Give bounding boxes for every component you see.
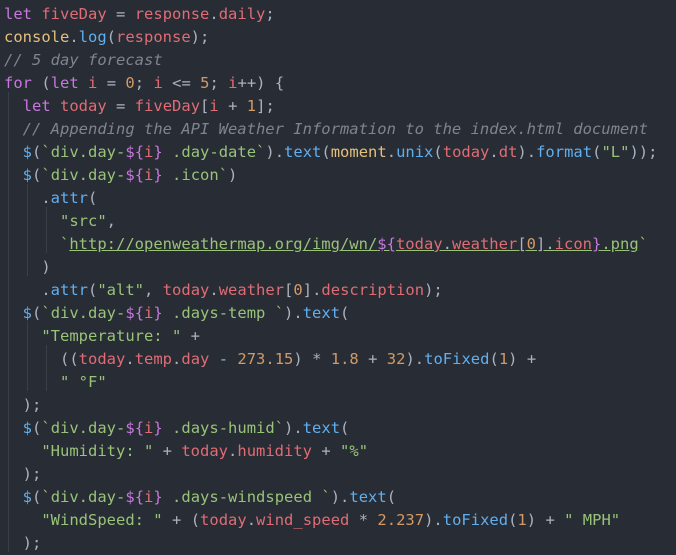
code-line-1[interactable]: let fiveDay = response.daily; bbox=[4, 3, 275, 26]
code-line-23[interactable]: "WindSpeed: " + (today.wind_speed * 2.23… bbox=[4, 509, 620, 532]
code-line-16[interactable]: ((today.temp.day - 273.15) * 1.8 + 32).t… bbox=[4, 348, 536, 371]
code-line-19[interactable]: $(`div.day-${i} .days-humid`).text( bbox=[4, 417, 350, 440]
code-line-8[interactable]: $(`div.day-${i} .icon`) bbox=[4, 164, 238, 187]
code-line-13[interactable]: .attr("alt", today.weather[0].descriptio… bbox=[4, 279, 442, 302]
code-line-22[interactable]: $(`div.day-${i} .days-windspeed `).text( bbox=[4, 486, 396, 509]
code-line-3[interactable]: // 5 day forecast bbox=[4, 49, 163, 72]
code-line-11[interactable]: `http://openweathermap.org/img/wn/${toda… bbox=[4, 233, 648, 256]
code-line-4[interactable]: for (let i = 0; i <= 5; i++) { bbox=[4, 72, 284, 95]
code-editor[interactable]: let fiveDay = response.daily; console.lo… bbox=[0, 0, 676, 552]
code-line-14[interactable]: $(`div.day-${i} .days-temp `).text( bbox=[4, 302, 350, 325]
code-line-18[interactable]: ); bbox=[4, 394, 42, 417]
code-line-7[interactable]: $(`div.day-${i} .day-date`).text(moment.… bbox=[4, 141, 658, 164]
code-line-12[interactable]: ) bbox=[4, 256, 50, 279]
code-line-17[interactable]: " °F" bbox=[4, 371, 107, 394]
code-line-15[interactable]: "Temperature: " + bbox=[4, 325, 200, 348]
code-line-20[interactable]: "Humidity: " + today.humidity + "%" bbox=[4, 440, 368, 463]
code-line-10[interactable]: "src", bbox=[4, 210, 116, 233]
code-line-6[interactable]: // Appending the API Weather Information… bbox=[4, 118, 648, 141]
code-line-9[interactable]: .attr( bbox=[4, 187, 97, 210]
code-line-21[interactable]: ); bbox=[4, 463, 42, 486]
code-line-2[interactable]: console.log(response); bbox=[4, 26, 209, 49]
code-line-5[interactable]: let today = fiveDay[i + 1]; bbox=[4, 95, 275, 118]
